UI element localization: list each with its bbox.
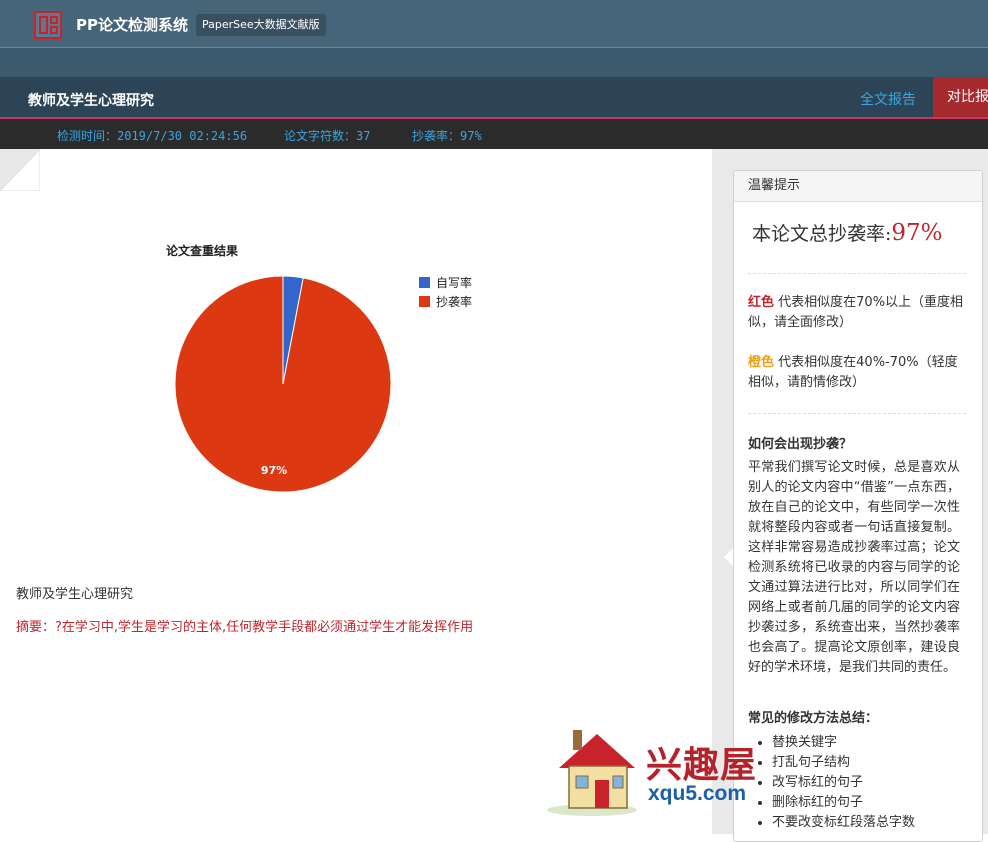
panel-pointer	[724, 548, 733, 566]
legend-label-1: 抄袭率	[436, 294, 472, 309]
pie-slice-1	[174, 275, 392, 493]
orange-legend: 橙色 代表相似度在40%-70%（轻度相似，请酌情修改）	[748, 353, 970, 393]
document-heading: 教师及学生心理研究	[16, 587, 134, 602]
methods-list: 替换关键字 打乱句子结构 改写标红的句子 删除标红的句子 不要改变标红段落总字数	[754, 733, 915, 833]
document-title: 教师及学生心理研究	[28, 93, 154, 109]
total-rate-label: 本论文总抄袭率:	[752, 223, 892, 245]
legend-swatch-1	[419, 296, 430, 307]
divider	[748, 273, 966, 274]
list-item: 改写标红的句子	[772, 773, 915, 793]
question-title: 如何会出现抄袭？	[748, 437, 853, 452]
legend-swatch-0	[419, 277, 430, 288]
total-rate-value: 97%	[891, 220, 943, 246]
plagiarism-rate: 抄袭率：97%	[412, 129, 482, 143]
watermark-text: 兴趣屋	[646, 745, 758, 786]
data-label-0: 97%	[261, 464, 287, 477]
divider	[748, 413, 966, 414]
methods-title: 常见的修改方法总结：	[748, 711, 879, 726]
app-title: PP论文检测系统	[76, 16, 188, 34]
chart-title: 论文查重结果	[166, 243, 238, 258]
red-desc: 代表相似度在70%以上（重度相似，请全面修改）	[748, 295, 964, 330]
legend-label-0: 自写率	[436, 275, 472, 290]
logo-icon	[34, 11, 62, 39]
page-corner-fold	[0, 149, 40, 191]
red-word: 红色	[748, 295, 775, 310]
info-bar: 检测时间：2019/7/30 02:24:56 论文字符数：37 抄袭率：97%	[0, 119, 988, 149]
report-title-bar: 教师及学生心理研究 全文报告 对比报	[0, 77, 988, 119]
document-abstract: 摘要：?在学习中,学生是学习的主体,任何教学手段都必须通过学生才能发挥作用	[16, 620, 474, 635]
sub-bar	[0, 47, 988, 78]
watermark-url: xqu5.com	[648, 782, 747, 805]
tab-full-report[interactable]: 全文报告	[860, 89, 916, 109]
list-item: 打乱句子结构	[772, 753, 915, 773]
char-count: 论文字符数：37	[284, 129, 371, 143]
red-legend: 红色 代表相似度在70%以上（重度相似，请全面修改）	[748, 293, 970, 333]
pie-chart: 论文查重结果 自写率抄袭率 97%	[166, 243, 472, 493]
orange-word: 橙色	[748, 355, 775, 370]
tab-compare-report[interactable]: 对比报	[933, 77, 988, 117]
tips-panel: 温馨提示 本论文总抄袭率:97% 红色 代表相似度在70%以上（重度相似，请全面…	[733, 170, 983, 842]
list-item: 不要改变标红段落总字数	[772, 813, 915, 833]
top-bar: PP论文检测系统 PaperSee大数据文献版	[0, 0, 988, 47]
list-item: 删除标红的句子	[772, 793, 915, 813]
total-rate: 本论文总抄袭率:97%	[752, 219, 943, 246]
question-body: 平常我们撰写论文时候，总是喜欢从别人的论文内容中“借鉴”一点东西，放在自己的论文…	[748, 460, 960, 675]
edition-badge: PaperSee大数据文献版	[196, 14, 326, 36]
check-time: 检测时间：2019/7/30 02:24:56	[57, 129, 248, 143]
orange-desc: 代表相似度在40%-70%（轻度相似，请酌情修改）	[748, 355, 958, 390]
list-item: 替换关键字	[772, 733, 915, 753]
tips-header: 温馨提示	[734, 171, 982, 202]
